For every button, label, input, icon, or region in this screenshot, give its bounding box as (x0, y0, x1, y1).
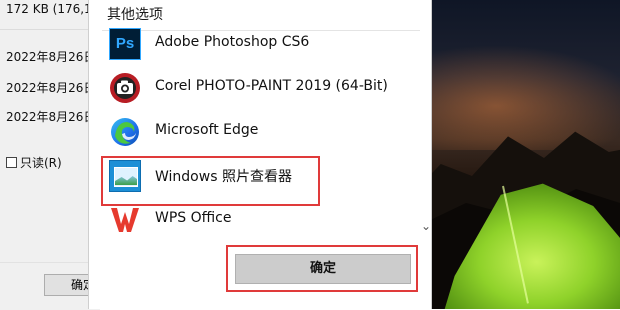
wps-office-icon (109, 204, 141, 236)
app-name: WPS Office (155, 210, 232, 226)
chevron-down-icon[interactable]: ⌄ (421, 219, 431, 233)
app-item-microsoft-edge[interactable]: Microsoft Edge (101, 112, 419, 152)
photoshop-icon: Ps (109, 28, 141, 60)
app-item-photoshop[interactable]: Ps Adobe Photoshop CS6 (101, 24, 419, 64)
readonly-label: 只读(R) (20, 156, 62, 170)
app-name: Microsoft Edge (155, 122, 259, 138)
desktop-wallpaper (432, 0, 620, 309)
popup-title: 其他选项 (107, 7, 163, 23)
modified-date-text: 2022年8月26日, (6, 81, 100, 95)
app-item-corel-photo-paint[interactable]: Corel PHOTO-PAINT 2019 (64-Bit) (101, 68, 419, 108)
windows-photo-viewer-icon (109, 160, 141, 192)
sunset-glow (432, 40, 620, 150)
app-item-windows-photo-viewer[interactable]: Windows 照片查看器 (101, 156, 419, 196)
corel-photo-paint-icon (109, 72, 141, 104)
app-item-wps-office[interactable]: WPS Office (101, 200, 419, 240)
divider (0, 29, 100, 30)
app-name: Windows 照片查看器 (155, 169, 292, 185)
checkbox-box[interactable] (6, 157, 17, 168)
ok-button[interactable]: 确定 (235, 254, 411, 284)
edge-icon (109, 116, 141, 148)
app-name: Adobe Photoshop CS6 (155, 34, 310, 50)
app-name: Corel PHOTO-PAINT 2019 (64-Bit) (155, 78, 388, 94)
file-properties-dialog: 172 KB (176,128 2022年8月26日, 2022年8月26日, … (0, 0, 107, 310)
readonly-checkbox[interactable]: 只读(R) (6, 154, 62, 171)
created-date-text: 2022年8月26日, (6, 50, 100, 64)
accessed-date-text: 2022年8月26日, (6, 110, 100, 124)
